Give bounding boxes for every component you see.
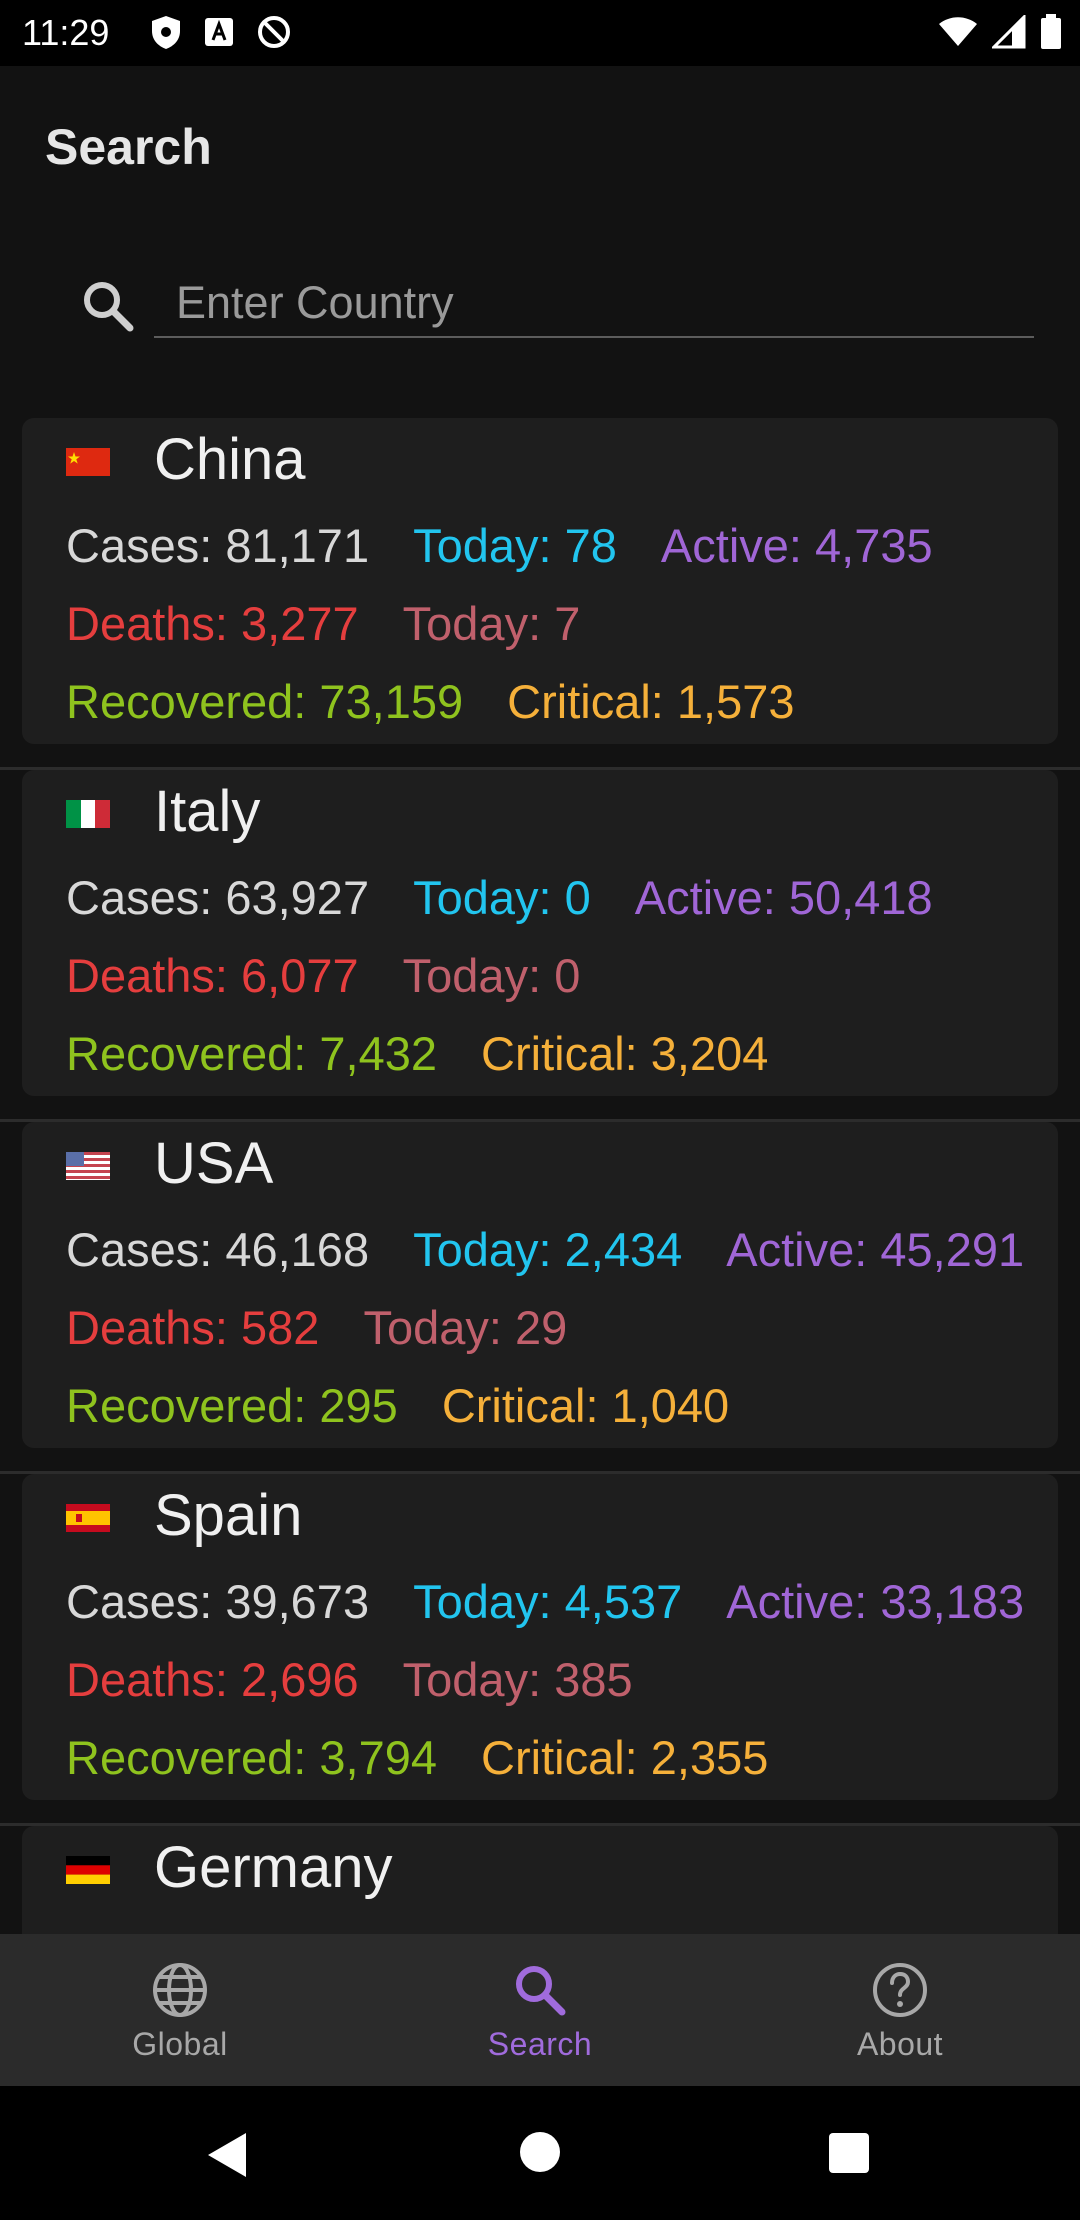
list-item: Italy Cases: 63,927 Today: 0 Active: 50,41… [0, 770, 1080, 1122]
font-a-icon [205, 18, 233, 46]
deaths-today-value: Today: 0 [402, 949, 581, 1002]
spain-flag-icon [66, 1504, 110, 1532]
cases-today-value: Today: 4,537 [413, 1575, 683, 1628]
recovered-value: Recovered: 73,159 [66, 675, 464, 728]
wifi-icon [939, 17, 977, 46]
country-card-spain[interactable]: Spain Cases: 39,673 Today: 4,537 Active: 3… [22, 1474, 1058, 1800]
recovered-value: Recovered: 7,432 [66, 1027, 438, 1080]
list-item: China Cases: 81,171 Today: 78 Active: 4,73… [0, 418, 1080, 770]
italy-flag-icon [66, 800, 110, 828]
cases-value: Cases: 46,168 [66, 1223, 370, 1276]
list-item: USA Cases: 46,168 Today: 2,434 Active: 45,… [0, 1122, 1080, 1474]
shield-icon [152, 16, 180, 49]
country-card-china[interactable]: China Cases: 81,171 Today: 78 Active: 4,73… [22, 418, 1058, 744]
cases-today-value: Today: 0 [413, 871, 591, 924]
battery-icon [1041, 14, 1061, 49]
search-icon [516, 1966, 566, 2016]
back-icon[interactable] [204, 2130, 250, 2180]
status-time: 11:29 [22, 12, 110, 53]
app-bar: Search [0, 66, 1080, 226]
nav-global[interactable]: Global [0, 1934, 360, 2086]
list-item: Spain Cases: 39,673 Today: 4,537 Active: 3… [0, 1474, 1080, 1826]
cell-signal-icon [992, 15, 1026, 49]
cases-value: Cases: 81,171 [66, 519, 370, 572]
search-bar [0, 226, 1080, 386]
country-card-germany[interactable]: Germany [22, 1826, 1058, 1934]
nav-label: Search [487, 2026, 593, 2062]
recovered-value: Recovered: 3,794 [66, 1731, 438, 1784]
page-title: Search [45, 119, 212, 175]
critical-value: Critical: 2,355 [481, 1731, 769, 1784]
active-value: Active: 33,183 [726, 1575, 1025, 1628]
country-card-italy[interactable]: Italy Cases: 63,927 Today: 0 Active: 50,41… [22, 770, 1058, 1096]
active-value: Active: 50,418 [634, 871, 933, 924]
deaths-value: Deaths: 582 [66, 1301, 320, 1354]
country-card-usa[interactable]: USA Cases: 46,168 Today: 2,434 Active: 45,… [22, 1122, 1058, 1448]
status-bar: 11:29 [0, 0, 1080, 66]
recents-icon[interactable] [828, 2132, 870, 2174]
deaths-today-value: Today: 29 [363, 1301, 568, 1354]
nav-about[interactable]: About [720, 1934, 1080, 2086]
active-value: Active: 4,735 [660, 519, 933, 572]
germany-flag-icon [66, 1856, 110, 1884]
cases-value: Cases: 39,673 [66, 1575, 370, 1628]
sync-disabled-icon [258, 16, 290, 48]
cases-today-value: Today: 2,434 [413, 1223, 683, 1276]
cases-value: Cases: 63,927 [66, 871, 370, 924]
country-name: USA [154, 1131, 274, 1196]
home-icon[interactable] [518, 2130, 562, 2174]
deaths-value: Deaths: 3,277 [66, 597, 359, 650]
active-value: Active: 45,291 [726, 1223, 1025, 1276]
system-nav-bar [0, 2086, 1080, 2220]
critical-value: Critical: 1,040 [441, 1379, 730, 1432]
list-item: Germany [0, 1826, 1080, 1934]
search-icon [84, 282, 134, 332]
critical-value: Critical: 3,204 [481, 1027, 769, 1080]
cases-today-value: Today: 78 [413, 519, 617, 572]
search-input[interactable] [154, 270, 1034, 338]
country-name: China [154, 427, 306, 492]
globe-icon [153, 1963, 207, 2017]
country-name: Germany [154, 1835, 393, 1900]
bottom-nav: Global Search About [0, 1934, 1080, 2086]
china-flag-icon [66, 448, 110, 476]
critical-value: Critical: 1,573 [507, 675, 795, 728]
country-name: Spain [154, 1483, 303, 1548]
nav-label: Global [132, 2026, 228, 2062]
deaths-today-value: Today: 7 [402, 597, 581, 650]
deaths-value: Deaths: 2,696 [66, 1653, 359, 1706]
country-list[interactable]: China Cases: 81,171 Today: 78 Active: 4,73… [0, 418, 1080, 1934]
country-name: Italy [154, 779, 261, 844]
usa-flag-icon [66, 1152, 110, 1180]
nav-label: About [856, 2026, 944, 2062]
deaths-value: Deaths: 6,077 [66, 949, 359, 1002]
recovered-value: Recovered: 295 [66, 1379, 398, 1432]
deaths-today-value: Today: 385 [402, 1653, 633, 1706]
nav-search[interactable]: Search [360, 1934, 720, 2086]
help-icon [873, 1963, 927, 2017]
